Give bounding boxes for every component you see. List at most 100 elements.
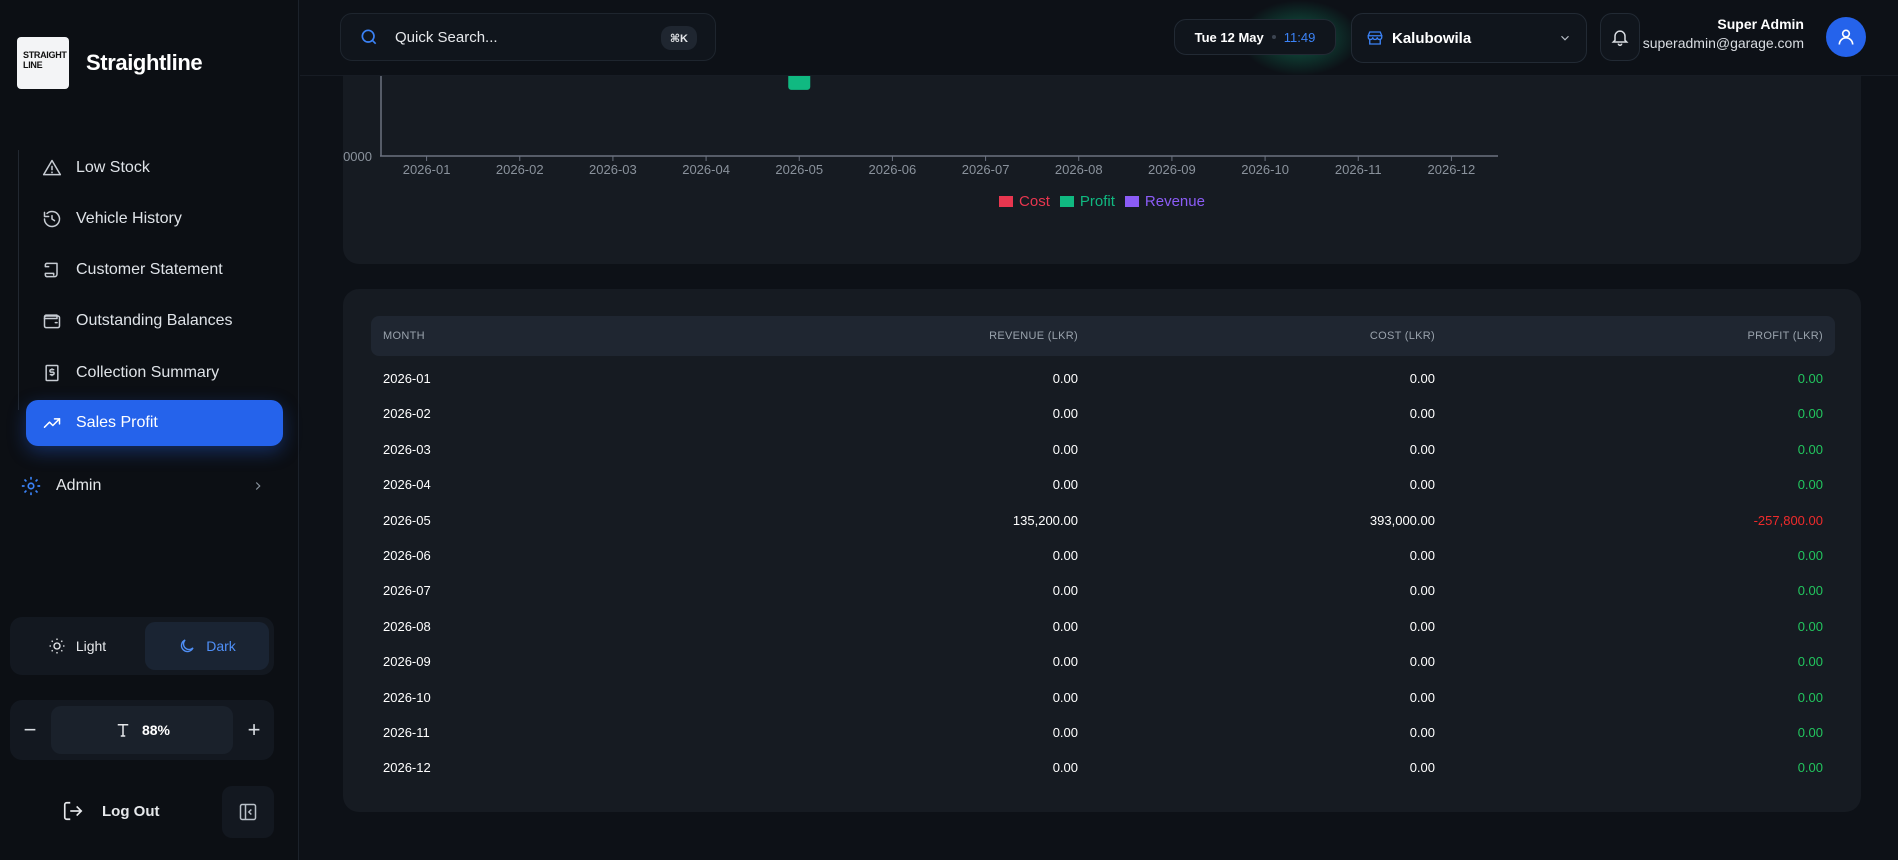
sidebar-item-admin[interactable]: Admin bbox=[20, 471, 265, 501]
zoom-level-display: 88% bbox=[51, 706, 233, 754]
sidebar-item-label: Admin bbox=[56, 477, 102, 494]
legend-label-cost: Cost bbox=[1019, 193, 1050, 210]
x-tick-label: 2026-10 bbox=[1241, 162, 1289, 177]
table-row[interactable]: 2026-09 0.00 0.00 0.00 bbox=[371, 644, 1835, 679]
x-tick-label: 2026-02 bbox=[496, 162, 544, 177]
receipt-icon bbox=[45, 364, 59, 382]
branch-selector[interactable]: Kalubowila bbox=[1351, 13, 1587, 63]
chevron-down-icon bbox=[1561, 35, 1569, 41]
cell-profit: 0.00 bbox=[1797, 724, 1823, 740]
sidebar-item-outstanding-balances[interactable]: Outstanding Balances bbox=[26, 298, 283, 344]
top-header: ⌘K Tue 12 May 11:49 Kalubowila Super Adm… bbox=[300, 0, 1898, 76]
user-name: Super Admin bbox=[1717, 16, 1804, 32]
theme-toggle: Light Dark bbox=[10, 617, 274, 675]
cell-cost: 0.00 bbox=[1409, 760, 1435, 776]
search-shortcut-badge: ⌘K bbox=[660, 26, 697, 50]
sidebar-item-vehicle-history[interactable]: Vehicle History bbox=[26, 196, 283, 242]
table-row[interactable]: 2026-02 0.00 0.00 0.00 bbox=[371, 396, 1835, 431]
sidebar-item-label: Outstanding Balances bbox=[76, 312, 233, 329]
sidebar-item-sales-profit[interactable]: Sales Profit bbox=[26, 400, 283, 446]
zoom-level: 88% bbox=[141, 722, 171, 738]
alert-triangle-icon bbox=[42, 159, 62, 176]
cell-profit: 0.00 bbox=[1797, 547, 1823, 563]
cell-profit: 0.00 bbox=[1797, 441, 1823, 457]
history-icon bbox=[43, 210, 61, 228]
moon-icon bbox=[181, 639, 194, 653]
sidebar-item-label: Low Stock bbox=[76, 159, 150, 176]
notifications-button[interactable] bbox=[1600, 13, 1640, 61]
user-email: superadmin@garage.com bbox=[1642, 35, 1804, 51]
theme-dark-label: Dark bbox=[206, 638, 236, 654]
branch-name: Kalubowila bbox=[1392, 29, 1472, 47]
logout-button[interactable]: Log Out bbox=[62, 800, 159, 822]
table-row[interactable]: 2026-05 135,200.00 393,000.00 -257,800.00 bbox=[371, 503, 1835, 538]
legend-item-profit[interactable]: Profit bbox=[1059, 193, 1115, 210]
font-zoom-control: − 88% + bbox=[10, 700, 274, 760]
cell-profit: 0.00 bbox=[1797, 371, 1823, 386]
y-tick-label: -400000 bbox=[343, 149, 372, 164]
chevron-right-icon bbox=[255, 482, 261, 490]
cell-cost: 0.00 bbox=[1409, 406, 1435, 422]
sidebar-item-low-stock[interactable]: Low Stock bbox=[26, 145, 283, 191]
table-row[interactable]: 2026-03 0.00 0.00 0.00 bbox=[371, 432, 1835, 467]
sales-profit-table-card: MONTH REVENUE (LKR) COST (LKR) PROFIT (L… bbox=[343, 289, 1861, 812]
column-header-month[interactable]: MONTH bbox=[383, 316, 425, 356]
sidebar-item-label: Vehicle History bbox=[76, 210, 182, 227]
cell-profit: 0.00 bbox=[1797, 406, 1823, 422]
legend-swatch-revenue bbox=[1124, 196, 1139, 207]
search-input[interactable] bbox=[395, 28, 635, 46]
chart-legend: Cost Profit Revenue bbox=[343, 193, 1861, 210]
x-tick-label: 2026-03 bbox=[589, 162, 637, 177]
table-row[interactable]: 2026-06 0.00 0.00 0.00 bbox=[371, 538, 1835, 573]
table-row[interactable]: 2026-12 0.00 0.00 0.00 bbox=[371, 750, 1835, 785]
cell-month: 2026-07 bbox=[383, 583, 431, 599]
theme-light-label: Light bbox=[75, 638, 107, 654]
column-header-profit[interactable]: PROFIT (LKR) bbox=[1747, 316, 1823, 356]
collapse-sidebar-button[interactable] bbox=[222, 786, 274, 838]
zoom-in-button[interactable]: + bbox=[242, 717, 266, 742]
cell-month: 2026-12 bbox=[383, 760, 431, 776]
legend-label-profit: Profit bbox=[1079, 193, 1115, 210]
table-row[interactable]: 2026-07 0.00 0.00 0.00 bbox=[371, 573, 1835, 608]
cell-cost: 0.00 bbox=[1409, 654, 1435, 670]
x-tick-label: 2026-05 bbox=[775, 162, 823, 177]
sun-icon bbox=[49, 638, 65, 654]
user-info[interactable]: Super Admin superadmin@garage.com bbox=[1643, 16, 1804, 51]
table-row[interactable]: 2026-08 0.00 0.00 0.00 bbox=[371, 609, 1835, 644]
x-tick-label: 2026-09 bbox=[1148, 162, 1196, 177]
cell-profit: 0.00 bbox=[1797, 654, 1823, 670]
table-row[interactable]: 2026-11 0.00 0.00 0.00 bbox=[371, 715, 1835, 750]
table-row[interactable]: 2026-04 0.00 0.00 0.00 bbox=[371, 467, 1835, 502]
cell-month: 2026-10 bbox=[383, 689, 431, 705]
cell-cost: 0.00 bbox=[1409, 477, 1435, 493]
legend-swatch-cost bbox=[999, 196, 1014, 207]
sidebar-item-label: Collection Summary bbox=[76, 364, 220, 381]
x-tick-label: 2026-07 bbox=[962, 162, 1010, 177]
theme-light-button[interactable]: Light bbox=[15, 622, 139, 670]
legend-item-revenue[interactable]: Revenue bbox=[1124, 193, 1205, 210]
sidebar-item-customer-statement[interactable]: Customer Statement bbox=[26, 247, 283, 293]
avatar[interactable] bbox=[1826, 17, 1866, 57]
logout-icon bbox=[63, 801, 83, 821]
cell-revenue: 0.00 bbox=[1052, 441, 1078, 457]
cell-month: 2026-08 bbox=[383, 618, 431, 634]
table-row[interactable]: 2026-01 0.00 0.00 0.00 bbox=[371, 361, 1835, 396]
cell-revenue: 0.00 bbox=[1052, 583, 1078, 599]
column-header-cost[interactable]: COST (LKR) bbox=[1370, 316, 1435, 356]
cell-profit: 0.00 bbox=[1797, 583, 1823, 599]
trending-up-icon bbox=[43, 418, 61, 428]
cell-cost: 0.00 bbox=[1409, 724, 1435, 740]
zoom-out-button[interactable]: − bbox=[18, 717, 42, 742]
cell-revenue: 0.00 bbox=[1052, 618, 1078, 634]
brand[interactable]: STRAIGHT LINE Straightline bbox=[17, 37, 203, 89]
legend-item-cost[interactable]: Cost bbox=[999, 193, 1050, 210]
cell-month: 2026-04 bbox=[383, 477, 431, 493]
theme-dark-button[interactable]: Dark bbox=[145, 622, 269, 670]
quick-search[interactable]: ⌘K bbox=[340, 13, 716, 61]
table-row[interactable]: 2026-10 0.00 0.00 0.00 bbox=[371, 680, 1835, 715]
cell-profit: 0.00 bbox=[1797, 477, 1823, 493]
cell-cost: 393,000.00 bbox=[1369, 512, 1435, 528]
column-header-revenue[interactable]: REVENUE (LKR) bbox=[989, 316, 1078, 356]
sidebar-item-collection-summary[interactable]: Collection Summary bbox=[26, 350, 283, 396]
cell-revenue: 0.00 bbox=[1052, 760, 1078, 776]
